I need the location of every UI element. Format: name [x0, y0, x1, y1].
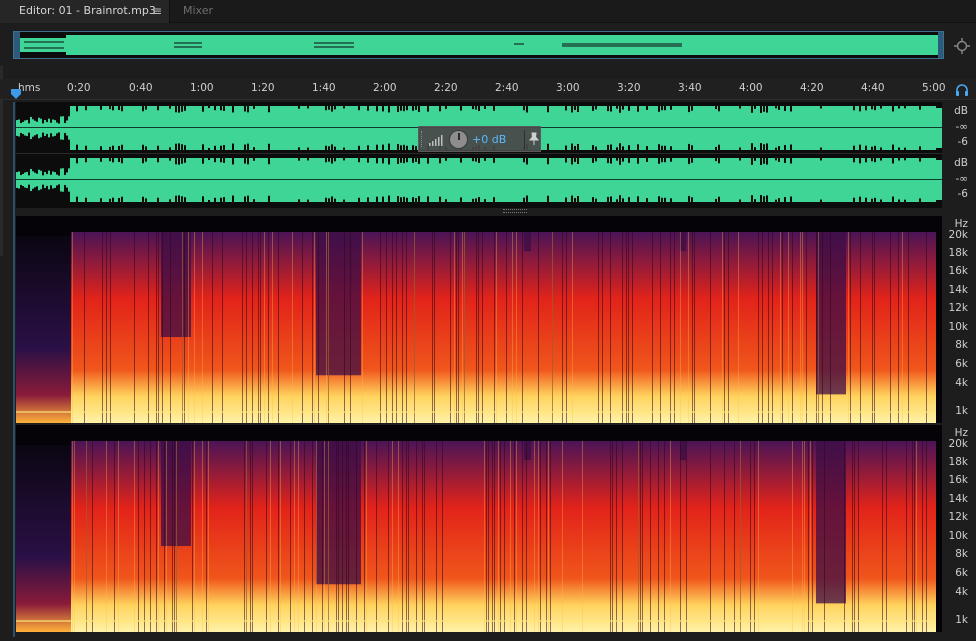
- time-tick-label: 0:20: [67, 82, 91, 94]
- hz-scale-left-channel: Hz 20k 18k 16k 14k 12k 10k 8k 6k 4k 1k: [944, 216, 976, 423]
- hud-volume-control[interactable]: +0 dB: [418, 126, 541, 152]
- time-tick-label: 3:00: [556, 82, 580, 94]
- tab-mixer-label: Mixer: [183, 4, 214, 17]
- time-tick-label: 2:00: [373, 82, 397, 94]
- db-scale-left-channel: dB -∞ -6: [944, 102, 976, 154]
- hz-tick-label: 4k: [955, 377, 968, 389]
- headphones-icon[interactable]: [955, 84, 969, 96]
- hz-tick-label: 10k: [948, 530, 968, 542]
- hz-tick-label: 14k: [948, 493, 968, 505]
- time-tick-label: 3:20: [617, 82, 641, 94]
- hz-tick-label: 1k: [955, 405, 968, 417]
- hz-tick-label: 20k: [948, 229, 968, 241]
- spectral-display-right[interactable]: [16, 425, 942, 632]
- spectrogram-left-channel: [16, 216, 942, 423]
- db-inf-label: -∞: [955, 173, 968, 185]
- intro-spectral-region: [16, 236, 71, 423]
- intro-spectral-region: [16, 445, 71, 632]
- hz-tick-label: 16k: [948, 474, 968, 486]
- tab-editor[interactable]: Editor: 01 - Brainrot.mp3 ≡: [0, 0, 170, 23]
- level-meter-icon: [429, 135, 443, 146]
- time-tick-label: 1:40: [312, 82, 336, 94]
- split-divider-handle[interactable]: [503, 209, 527, 213]
- hz-tick-label: 10k: [948, 321, 968, 333]
- db-scale-right-channel: dB -∞ -6: [944, 154, 976, 208]
- time-format-label[interactable]: hms: [18, 82, 40, 94]
- time-tick-label: 3:40: [678, 82, 702, 94]
- waveform-display[interactable]: [16, 102, 942, 208]
- overview-waveform: [14, 32, 943, 58]
- channel-divider: [16, 153, 942, 154]
- volume-knob[interactable]: [449, 130, 468, 149]
- hud-drag-handle[interactable]: [421, 131, 424, 147]
- hz-tick-label: 14k: [948, 284, 968, 296]
- volume-value[interactable]: +0 dB: [472, 133, 506, 146]
- time-tick-label: 4:00: [739, 82, 763, 94]
- hz-tick-label: 16k: [948, 265, 968, 277]
- panel-menu-icon[interactable]: ≡: [152, 0, 162, 22]
- db-unit-label: dB: [954, 157, 968, 169]
- db-minus6-label: -6: [957, 188, 968, 200]
- playhead-marker[interactable]: [11, 89, 21, 99]
- hz-tick-label: 1k: [955, 614, 968, 626]
- zoom-navigator-icon[interactable]: [953, 37, 971, 55]
- hz-tick-label: 8k: [955, 548, 968, 560]
- hz-tick-label: 6k: [955, 567, 968, 579]
- db-minus6-label: -6: [957, 136, 968, 148]
- time-tick-label: 2:20: [434, 82, 458, 94]
- hz-tick-label: 8k: [955, 339, 968, 351]
- time-tick-label: 5:00: [922, 82, 946, 94]
- hz-tick-label: 18k: [948, 247, 968, 259]
- overview-navigator[interactable]: [13, 31, 944, 59]
- hz-tick-label: 12k: [948, 302, 968, 314]
- spectral-display-left[interactable]: [16, 216, 942, 423]
- time-tick-label: 1:00: [190, 82, 214, 94]
- hud-separator: [524, 130, 525, 149]
- waveform-channels: [16, 106, 942, 202]
- hz-scale-right-channel: Hz 20k 18k 16k 14k 12k 10k 8k 6k 4k 1k: [944, 425, 976, 632]
- tab-editor-label: Editor: 01 - Brainrot.mp3: [19, 4, 156, 17]
- hz-tick-label: 18k: [948, 456, 968, 468]
- time-tick-label: 4:20: [800, 82, 824, 94]
- hz-tick-label: 12k: [948, 511, 968, 523]
- time-tick-label: 0:40: [129, 82, 153, 94]
- hz-tick-label: 20k: [948, 438, 968, 450]
- time-tick-label: 4:40: [861, 82, 885, 94]
- hz-tick-label: 6k: [955, 358, 968, 370]
- selection-edge: [13, 102, 15, 637]
- time-ruler[interactable]: hms 0:20 0:40 1:00 1:20 1:40 2:00 2:20 2:40 3:00…: [0, 79, 976, 100]
- db-unit-label: dB: [954, 105, 968, 117]
- spectrogram-energy: [71, 441, 936, 632]
- time-tick-label: 1:20: [251, 82, 275, 94]
- spectrogram-right-channel: [16, 425, 942, 632]
- time-tick-label: 2:40: [495, 82, 519, 94]
- db-inf-label: -∞: [955, 121, 968, 133]
- tab-mixer[interactable]: Mixer: [172, 0, 240, 23]
- pin-icon[interactable]: [529, 132, 539, 146]
- hz-tick-label: 4k: [955, 586, 968, 598]
- panel-tab-bar: Editor: 01 - Brainrot.mp3 ≡ Mixer: [0, 0, 976, 23]
